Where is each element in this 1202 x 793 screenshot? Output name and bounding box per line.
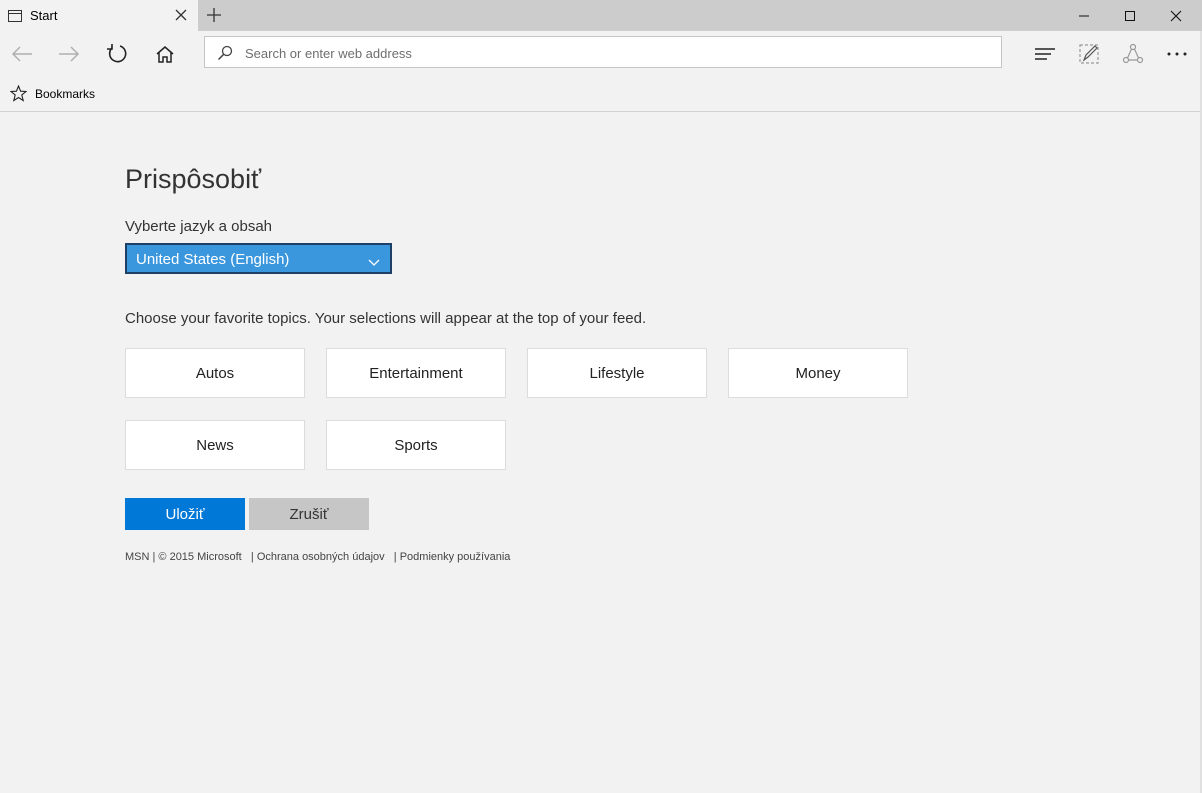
topic-money[interactable]: Money	[728, 348, 908, 398]
bookmarks-label[interactable]: Bookmarks	[35, 87, 95, 101]
save-button[interactable]: Uložiť	[125, 498, 245, 530]
more-icon[interactable]	[1162, 39, 1192, 69]
topic-sports[interactable]: Sports	[326, 420, 506, 470]
terms-link[interactable]: | Podmienky používania	[394, 551, 511, 563]
hub-icon[interactable]	[1030, 39, 1060, 69]
title-bar: Start	[0, 0, 1202, 31]
chevron-down-icon	[368, 254, 380, 271]
close-window-icon[interactable]	[1153, 0, 1199, 31]
topic-entertainment[interactable]: Entertainment	[326, 348, 506, 398]
address-input[interactable]	[243, 42, 987, 64]
cancel-button[interactable]: Zrušiť	[249, 498, 369, 530]
language-label: Vyberte jazyk a obsah	[125, 218, 273, 235]
navigation-bar	[0, 31, 1202, 76]
topic-lifestyle[interactable]: Lifestyle	[527, 348, 707, 398]
footer: MSN | © 2015 Microsoft | Ochrana osobnýc…	[125, 551, 510, 563]
bookmarks-bar: Bookmarks	[0, 76, 1202, 112]
web-note-icon[interactable]	[1074, 39, 1104, 69]
search-icon	[217, 45, 233, 66]
tab-start[interactable]: Start	[0, 0, 198, 31]
page-title: Prispôsobiť	[125, 164, 262, 194]
address-bar[interactable]	[204, 36, 1002, 68]
maximize-icon[interactable]	[1107, 0, 1153, 31]
language-selected-value: United States (English)	[136, 251, 290, 268]
topic-news[interactable]: News	[125, 420, 305, 470]
home-icon[interactable]	[150, 39, 180, 69]
refresh-icon[interactable]	[102, 39, 132, 69]
tab-close-icon[interactable]	[174, 8, 188, 27]
topic-autos[interactable]: Autos	[125, 348, 305, 398]
share-icon[interactable]	[1118, 39, 1148, 69]
forward-arrow-icon[interactable]	[54, 39, 84, 69]
back-arrow-icon[interactable]	[7, 39, 37, 69]
privacy-link[interactable]: | Ochrana osobných údajov	[251, 551, 385, 563]
footer-copyright: MSN | © 2015 Microsoft	[125, 551, 242, 563]
tab-title: Start	[30, 8, 58, 23]
language-select[interactable]: United States (English)	[125, 243, 392, 274]
star-icon[interactable]	[9, 84, 28, 107]
page-icon	[8, 9, 22, 27]
topics-label: Choose your favorite topics. Your select…	[125, 310, 647, 327]
new-tab-plus-icon[interactable]	[206, 7, 222, 28]
minimize-icon[interactable]	[1061, 0, 1107, 31]
